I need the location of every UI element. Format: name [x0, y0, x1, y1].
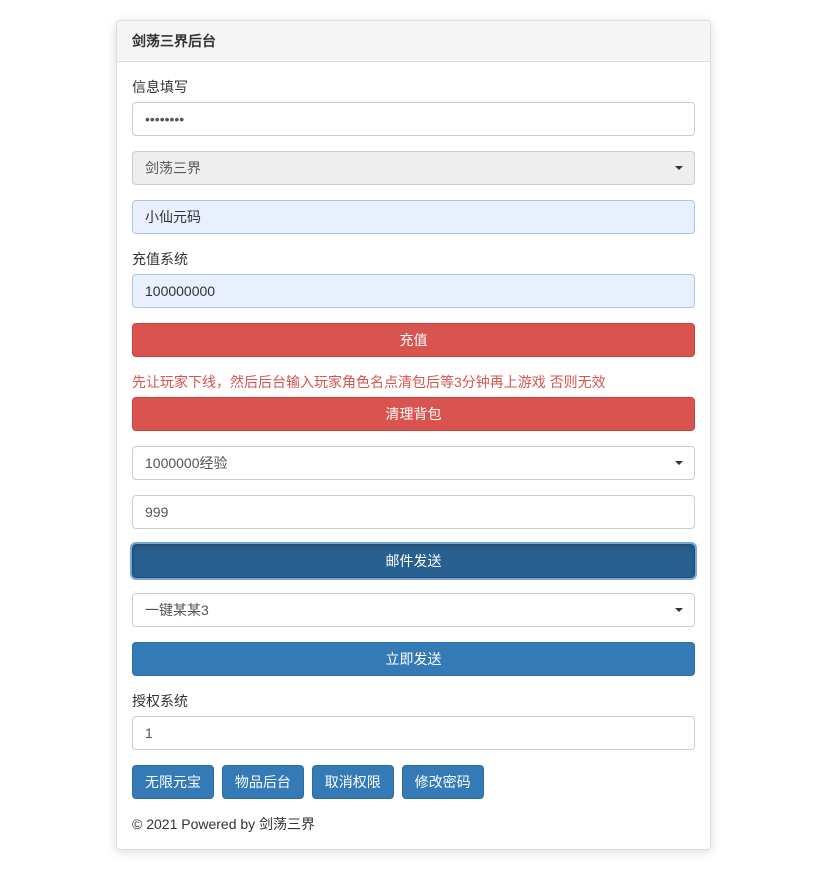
auth-input[interactable]	[132, 716, 695, 750]
bag-warning: 先让玩家下线，然后后台输入玩家角色名点清包后等3分钟再上游戏 否则无效	[132, 372, 695, 392]
recharge-input[interactable]	[132, 274, 695, 308]
quantity-input[interactable]	[132, 495, 695, 529]
admin-panel: 剑荡三界后台 信息填写 剑荡三界 充值系统 充值 先让玩家下线，然后后台输入玩家…	[116, 20, 711, 850]
info-label: 信息填写	[132, 77, 695, 97]
character-group	[132, 200, 695, 234]
footer-text: © 2021 Powered by 剑荡三界	[132, 814, 695, 834]
clear-bag-button[interactable]: 清理背包	[132, 397, 695, 431]
item-select[interactable]: 1000000经验	[132, 446, 695, 480]
revoke-button[interactable]: 取消权限	[312, 765, 394, 799]
recharge-button-group: 充值	[132, 323, 695, 357]
action-buttons: 无限元宝 物品后台 取消权限 修改密码	[132, 765, 695, 799]
server-select[interactable]: 剑荡三界	[132, 151, 695, 185]
oneclick-select-wrap: 一键某某3	[132, 593, 695, 627]
change-pwd-button[interactable]: 修改密码	[402, 765, 484, 799]
mail-button-group: 邮件发送	[132, 544, 695, 578]
send-now-button[interactable]: 立即发送	[132, 642, 695, 676]
recharge-button[interactable]: 充值	[132, 323, 695, 357]
info-group: 信息填写	[132, 77, 695, 136]
panel-body: 信息填写 剑荡三界 充值系统 充值 先让玩家下线，然后后台输入玩家角色名点清包后…	[117, 62, 710, 849]
quantity-group	[132, 495, 695, 529]
server-select-wrap: 剑荡三界	[132, 151, 695, 185]
recharge-group: 充值系统	[132, 249, 695, 308]
panel-title: 剑荡三界后台	[117, 21, 710, 62]
item-backend-button[interactable]: 物品后台	[222, 765, 304, 799]
password-input[interactable]	[132, 102, 695, 136]
bag-group: 先让玩家下线，然后后台输入玩家角色名点清包后等3分钟再上游戏 否则无效 清理背包	[132, 372, 695, 431]
unlimited-button[interactable]: 无限元宝	[132, 765, 214, 799]
mail-send-button[interactable]: 邮件发送	[132, 544, 695, 578]
auth-label: 授权系统	[132, 691, 695, 711]
character-input[interactable]	[132, 200, 695, 234]
send-button-group: 立即发送	[132, 642, 695, 676]
recharge-label: 充值系统	[132, 249, 695, 269]
oneclick-select[interactable]: 一键某某3	[132, 593, 695, 627]
item-select-wrap: 1000000经验	[132, 446, 695, 480]
auth-group: 授权系统	[132, 691, 695, 750]
